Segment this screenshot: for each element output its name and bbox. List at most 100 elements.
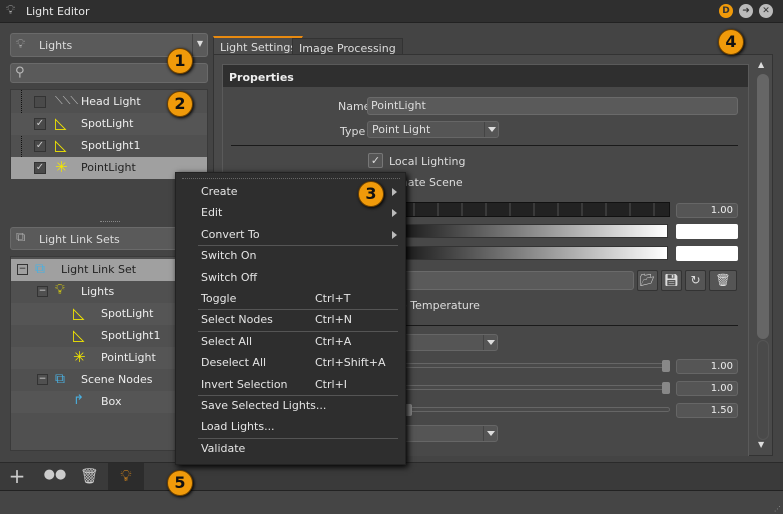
collapse-icon[interactable]: −	[17, 264, 28, 275]
tab-light-settings[interactable]: Light Settings	[213, 36, 304, 55]
slider-track-1[interactable]	[390, 363, 670, 368]
menu-item-switch-off[interactable]: Switch Off	[201, 271, 401, 292]
callout-badge-2: 2	[167, 91, 193, 117]
item-label: SpotLight1	[81, 139, 141, 152]
refresh-icon[interactable]: ↻	[685, 270, 706, 291]
type-dropdown[interactable]: Point Light	[367, 121, 499, 138]
trash-icon[interactable]: 🗑︎	[80, 467, 99, 485]
d-button[interactable]: D	[719, 4, 733, 18]
menu-item-label: Save Selected Lights...	[201, 399, 327, 412]
link-icon[interactable]: ●●	[42, 467, 68, 485]
chevron-down-icon	[483, 426, 497, 441]
add-icon[interactable]: +	[8, 466, 26, 486]
menu-item-label: Edit	[201, 206, 223, 220]
item-label: SpotLight	[101, 307, 154, 320]
item-label: Lights	[81, 285, 115, 298]
chevron-down-icon[interactable]: ▼	[192, 34, 207, 56]
shadow-color-swatch[interactable]	[676, 246, 738, 261]
menu-item-label: Deselect All	[201, 356, 267, 370]
menu-item-label: Validate	[201, 441, 246, 455]
item-label: SpotLight1	[101, 329, 161, 342]
menu-item-select-all[interactable]: Select All Ctrl+A	[201, 335, 401, 356]
local-lighting-checkbox[interactable]: ✓	[368, 153, 383, 168]
search-icon: ⚲	[15, 65, 25, 80]
menu-item-label: Create	[201, 185, 238, 198]
scrollbar-thumb[interactable]	[757, 74, 769, 339]
checkbox[interactable]	[34, 96, 46, 108]
name-input[interactable]: PointLight	[367, 97, 738, 115]
menu-item-label: Toggle	[201, 292, 237, 305]
menu-tearoff[interactable]	[182, 178, 400, 179]
menu-item-save-selected-lights[interactable]: Save Selected Lights...	[201, 399, 401, 420]
submenu-arrow-icon	[392, 230, 397, 239]
intensity-slider[interactable]	[390, 202, 670, 217]
light-bulb-toggle-icon[interactable]: 💡︎	[108, 463, 144, 491]
scene-nodes-icon: ⧉	[55, 371, 65, 387]
callout-badge-3: 3	[358, 181, 384, 207]
close-icon[interactable]: ✕	[759, 4, 773, 18]
type-label: Type	[340, 125, 366, 138]
collapse-icon[interactable]: −	[37, 286, 48, 297]
collapse-icon[interactable]: −	[37, 374, 48, 385]
item-label: PointLight	[101, 351, 156, 364]
slider-value-3[interactable]: 1.50	[676, 403, 738, 418]
slider-value-2[interactable]: 1.00	[676, 381, 738, 396]
scroll-down-icon[interactable]: ▼	[758, 440, 764, 449]
resize-grip-icon[interactable]: ⋰	[774, 505, 781, 513]
color-gradient-slider[interactable]	[390, 224, 668, 238]
temperature-label: e Temperature	[400, 299, 480, 312]
menu-item-shortcut: Ctrl+N	[315, 313, 353, 327]
slider-track-3[interactable]	[390, 407, 670, 412]
menu-separator	[198, 309, 398, 311]
slider-value-1[interactable]: 1.00	[676, 359, 738, 374]
second-dropdown[interactable]	[390, 425, 498, 442]
menu-item-deselect-all[interactable]: Deselect All Ctrl+Shift+A	[201, 356, 401, 377]
checkbox[interactable]: ✓	[34, 118, 46, 130]
slider-handle-1[interactable]	[662, 360, 670, 372]
scrollbar-track[interactable]	[757, 340, 769, 440]
menu-item-switch-on[interactable]: Switch On	[201, 249, 401, 270]
splitter-handle[interactable]	[100, 221, 120, 223]
mode-dropdown[interactable]: ic	[390, 334, 498, 351]
color-swatch[interactable]	[676, 224, 738, 239]
light-bulb-icon: 💡︎	[55, 282, 65, 298]
callout-badge-4: 4	[718, 29, 744, 55]
light-link-icon: ⧉	[16, 230, 26, 245]
menu-item-label: Switch Off	[201, 270, 258, 284]
save-icon[interactable]: 💾︎	[661, 270, 682, 291]
intensity-value[interactable]: 1.00	[676, 203, 738, 218]
type-value: Point Light	[372, 123, 431, 136]
item-label: Light Link Set	[61, 263, 137, 276]
checkbox[interactable]: ✓	[34, 140, 46, 152]
point-light-icon: ✳	[55, 158, 68, 176]
pin-arrow-icon[interactable]: ➜	[739, 4, 753, 18]
item-label: Head Light	[81, 95, 141, 108]
item-label: SpotLight	[81, 117, 134, 130]
spotlight-icon: ◺	[55, 114, 67, 132]
menu-item-label: Switch On	[201, 249, 257, 263]
transform-axes-icon: ↱	[73, 393, 84, 408]
local-lighting-label: Local Lighting	[389, 155, 466, 168]
item-label: PointLight	[81, 161, 136, 174]
checkbox[interactable]: ✓	[34, 162, 46, 174]
file-path-input[interactable]	[390, 271, 634, 290]
menu-item-validate[interactable]: Validate	[201, 442, 401, 463]
submenu-arrow-icon	[392, 209, 397, 218]
callout-badge-1: 1	[167, 48, 193, 74]
scroll-up-icon[interactable]: ▲	[758, 60, 764, 69]
folder-open-icon[interactable]: 📂︎	[637, 270, 658, 291]
menu-item-edit[interactable]: Edit	[201, 206, 401, 227]
menu-item-shortcut: Ctrl+Shift+A	[315, 356, 386, 370]
menu-item-shortcut: Ctrl+T	[315, 292, 351, 305]
header-label: Light Link Sets	[39, 233, 120, 246]
slider-handle-2[interactable]	[662, 382, 670, 394]
slider-track-2[interactable]	[390, 385, 670, 390]
menu-item-label: Select Nodes	[201, 313, 273, 327]
menu-separator	[198, 330, 398, 332]
shadow-color-gradient-slider[interactable]	[390, 246, 668, 260]
menu-item-shortcut: Ctrl+I	[315, 377, 348, 391]
light-item-spotlight1[interactable]: ✓ ◺ SpotLight1	[11, 135, 207, 157]
menu-item-label: Convert To	[201, 227, 260, 241]
delete-icon[interactable]: 🗑︎	[709, 270, 737, 291]
scrollbar[interactable]: ▲ ▼	[756, 60, 770, 452]
